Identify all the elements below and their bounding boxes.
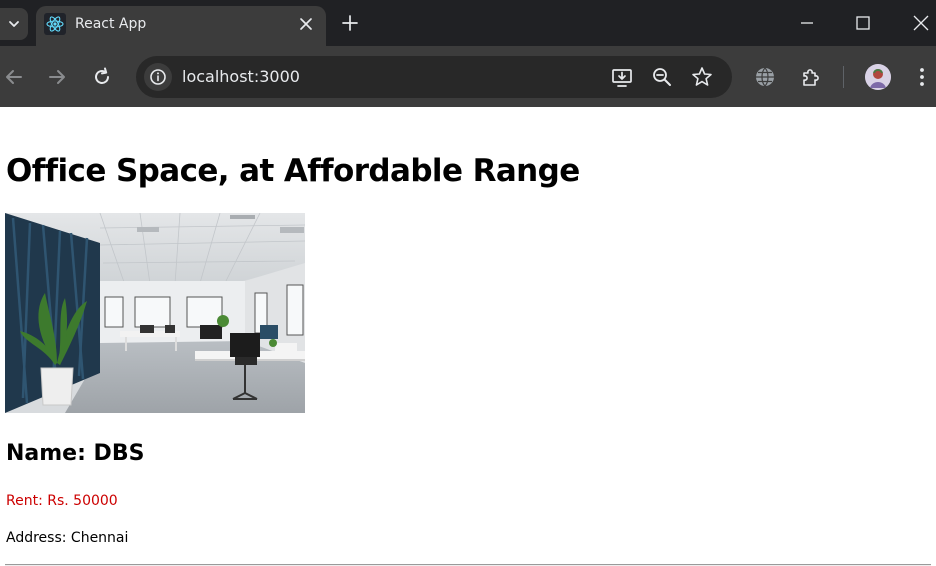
tab-title: React App	[75, 16, 147, 32]
browser-tab[interactable]: React App	[36, 6, 326, 46]
url-text[interactable]: localhost:3000	[182, 67, 300, 86]
office-name: Name: DBS	[6, 441, 145, 466]
close-icon[interactable]	[296, 14, 316, 34]
site-info-button[interactable]	[144, 63, 172, 91]
kebab-menu-icon[interactable]	[910, 65, 934, 89]
avatar[interactable]	[865, 64, 891, 90]
tab-strip: React App	[0, 0, 936, 46]
close-window-icon[interactable]	[911, 13, 931, 33]
install-icon[interactable]	[610, 65, 634, 89]
globe-icon[interactable]	[753, 65, 777, 89]
info-icon	[150, 69, 166, 85]
star-icon[interactable]	[690, 65, 714, 89]
tab-search-button[interactable]	[0, 8, 28, 40]
browser-toolbar: localhost:3000	[0, 46, 936, 107]
chevron-down-icon	[9, 21, 19, 27]
arrow-right-icon[interactable]	[45, 65, 69, 89]
reload-icon[interactable]	[90, 65, 114, 89]
plus-icon[interactable]	[340, 13, 360, 33]
minimize-icon[interactable]	[797, 13, 817, 33]
office-rent: Rent: Rs. 50000	[6, 493, 118, 509]
react-logo-icon	[44, 13, 66, 35]
arrow-left-icon[interactable]	[2, 65, 26, 89]
toolbar-divider	[843, 66, 844, 88]
page-content: Office Space, at Affordable Range Name: …	[0, 107, 936, 566]
puzzle-icon[interactable]	[799, 65, 823, 89]
office-address: Address: Chennai	[6, 530, 129, 546]
office-image	[5, 213, 305, 413]
address-bar[interactable]: localhost:3000	[136, 56, 732, 98]
page-title: Office Space, at Affordable Range	[6, 153, 580, 189]
maximize-icon[interactable]	[853, 13, 873, 33]
zoom-out-icon[interactable]	[650, 65, 674, 89]
